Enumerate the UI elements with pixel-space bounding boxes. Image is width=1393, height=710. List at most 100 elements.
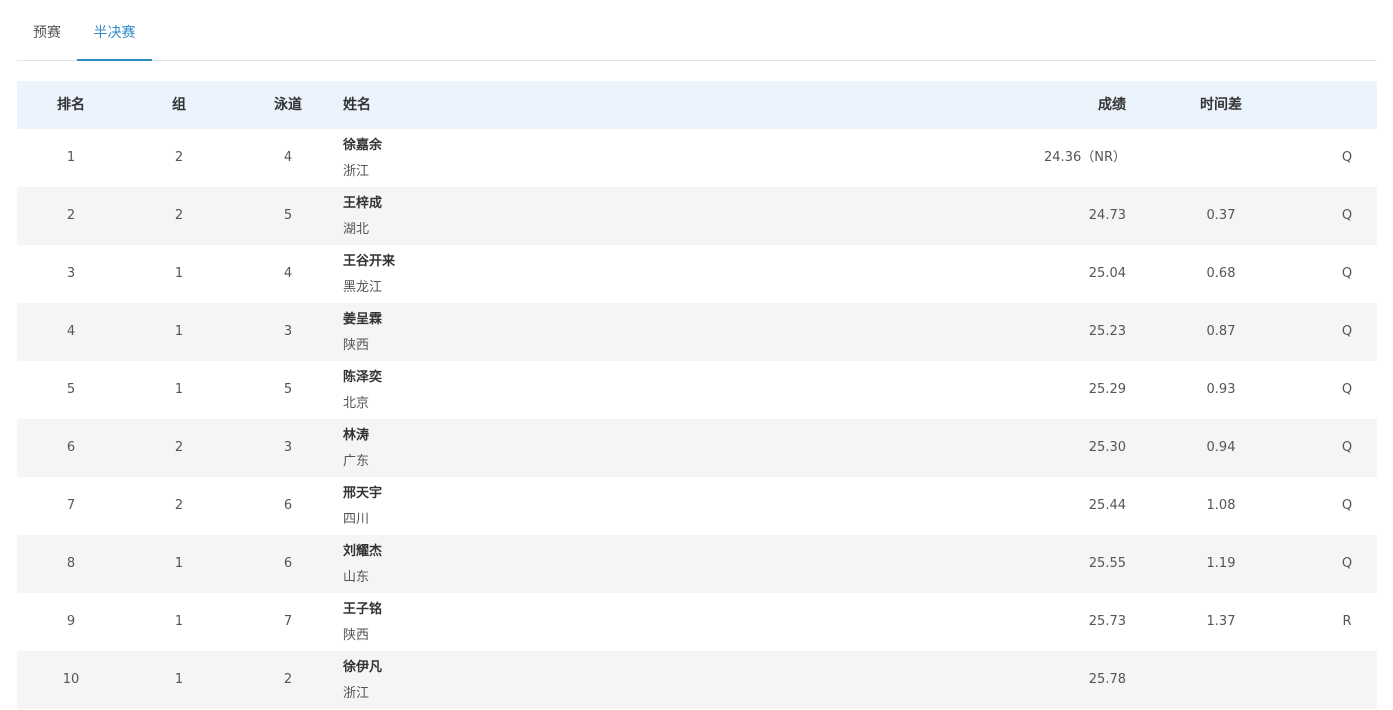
athlete-name: 徐伊凡 — [343, 660, 383, 675]
cell-qualification: Q — [1341, 324, 1353, 339]
header-name: 姓名 — [343, 97, 371, 113]
cell-time-diff: 0.94 — [1206, 440, 1236, 455]
cell-score: 25.23 — [1088, 324, 1126, 339]
cell-time-diff: 0.68 — [1206, 266, 1236, 281]
table-row: 9 1 7 王子铭陕西 25.73 1.37 R — [17, 593, 1377, 651]
cell-score: 25.55 — [1088, 556, 1126, 571]
table-row: 8 1 6 刘耀杰 山东 25.55 1.19 Q — [17, 535, 1377, 593]
cell-group: 1 — [174, 614, 184, 629]
results-table: 排名 组 泳道 姓名 成绩 时间差 1 2 4 徐嘉余 浙江 24.36（NR） Q 2 2 5 王… — [17, 81, 1377, 709]
cell-group: 1 — [174, 672, 184, 687]
table-row: 4 1 3 姜呈霖 陕西 25.23 0.87 Q — [17, 303, 1377, 361]
athlete-province: 浙江 — [343, 686, 370, 701]
athlete-province: 陕西 — [343, 628, 370, 643]
cell-athlete: 陈泽奕 北京 — [343, 369, 382, 413]
cell-lane: 5 — [283, 208, 293, 223]
cell-rank: 5 — [66, 382, 76, 397]
cell-lane: 6 — [283, 498, 293, 513]
header-diff: 时间差 — [1200, 97, 1242, 113]
athlete-name: 陈泽奕 — [343, 370, 383, 385]
athlete-province: 陕西 — [343, 338, 370, 353]
tab-prelims[interactable]: 预赛 — [17, 0, 77, 60]
cell-time-diff: 1.08 — [1206, 498, 1236, 513]
cell-qualification: Q — [1341, 150, 1353, 165]
cell-group: 2 — [174, 498, 184, 513]
cell-qualification: Q — [1341, 208, 1353, 223]
cell-rank: 3 — [66, 266, 76, 281]
cell-rank: 2 — [66, 208, 76, 223]
cell-qualification: Q — [1341, 556, 1353, 571]
cell-lane: 2 — [283, 672, 293, 687]
cell-group: 2 — [174, 208, 184, 223]
cell-lane: 5 — [283, 382, 293, 397]
cell-lane: 3 — [283, 440, 293, 455]
header-lane: 泳道 — [274, 97, 302, 113]
athlete-name: 王梓成 — [343, 196, 383, 211]
cell-time-diff — [1165, 651, 1277, 709]
cell-athlete: 王子铭 陕西 — [343, 601, 382, 645]
cell-time-diff: 1.37 — [1206, 614, 1236, 629]
cell-score: 25.73 — [1088, 614, 1126, 629]
cell-lane: 4 — [283, 266, 293, 281]
table-row: 6 2 3 林涛广东 25.30 0.94 Q — [17, 419, 1377, 477]
athlete-name: 王谷开来 — [343, 254, 396, 269]
table-header: 排名 组 泳道 姓名 成绩 时间差 — [17, 81, 1377, 129]
cell-rank: 10 — [62, 672, 80, 687]
cell-lane: 3 — [283, 324, 293, 339]
cell-rank: 4 — [66, 324, 76, 339]
athlete-name: 徐嘉余 — [343, 138, 383, 153]
cell-lane: 7 — [283, 614, 293, 629]
athlete-name: 林涛 — [343, 428, 370, 443]
cell-qualification: Q — [1341, 440, 1353, 455]
cell-rank: 8 — [66, 556, 76, 571]
athlete-province: 北京 — [343, 396, 370, 411]
cell-qualification: R — [1342, 614, 1352, 629]
cell-time-diff: 0.93 — [1206, 382, 1236, 397]
cell-rank: 7 — [66, 498, 76, 513]
cell-time-diff: 0.87 — [1206, 324, 1236, 339]
cell-qualification: Q — [1341, 266, 1353, 281]
cell-score: 25.30 — [1088, 440, 1126, 455]
cell-rank: 6 — [66, 440, 76, 455]
athlete-province: 广东 — [343, 454, 370, 469]
cell-athlete: 王梓成 湖北 — [343, 195, 382, 239]
cell-lane: 6 — [283, 556, 293, 571]
cell-lane: 4 — [283, 150, 293, 165]
cell-score: 25.78 — [1088, 672, 1126, 687]
cell-qualification: Q — [1341, 498, 1353, 513]
table-row: 3 1 4 王谷开来黑龙江 25.04 0.68 Q — [17, 245, 1377, 303]
athlete-province: 四川 — [343, 512, 370, 527]
athlete-province: 黑龙江 — [343, 280, 383, 295]
cell-athlete: 邢天宇 四川 — [343, 485, 382, 529]
athlete-name: 邢天宇 — [343, 486, 383, 501]
table-row: 1 2 4 徐嘉余 浙江 24.36（NR） Q — [17, 129, 1377, 187]
tab-semifinals[interactable]: 半决赛 — [77, 0, 152, 61]
cell-rank: 1 — [66, 150, 76, 165]
header-rank: 排名 — [57, 97, 85, 113]
cell-athlete: 徐嘉余 浙江 — [343, 137, 382, 181]
cell-score: 24.73 — [1088, 208, 1126, 223]
cell-time-diff: 0.37 — [1206, 208, 1236, 223]
cell-score: 25.44 — [1088, 498, 1126, 513]
cell-score: 25.04 — [1088, 266, 1126, 281]
cell-group: 1 — [174, 556, 184, 571]
cell-time-diff — [1165, 129, 1277, 187]
cell-athlete: 林涛 广东 — [343, 427, 369, 471]
athlete-name: 王子铭 — [343, 602, 383, 617]
cell-score: 25.29 — [1088, 382, 1126, 397]
athlete-name: 姜呈霖 — [343, 312, 383, 327]
tab-bar: 预赛 半决赛 — [17, 0, 1377, 61]
cell-athlete: 姜呈霖 陕西 — [343, 311, 382, 355]
table-body: 1 2 4 徐嘉余 浙江 24.36（NR） Q 2 2 5 王梓成 湖北 24.73 0.37 Q 3 1 4 王… — [17, 129, 1377, 709]
athlete-province: 湖北 — [343, 222, 370, 237]
cell-rank: 9 — [66, 614, 76, 629]
header-score: 成绩 — [1098, 97, 1126, 113]
table-row: 2 2 5 王梓成湖北 24.73 0.37 Q — [17, 187, 1377, 245]
cell-group: 2 — [174, 440, 184, 455]
cell-group: 1 — [174, 266, 184, 281]
cell-group: 2 — [174, 150, 184, 165]
cell-athlete: 王谷开来 黑龙江 — [343, 253, 395, 297]
cell-athlete: 徐伊凡 浙江 — [343, 659, 382, 703]
athlete-province: 山东 — [343, 570, 370, 585]
athlete-name: 刘耀杰 — [343, 544, 383, 559]
